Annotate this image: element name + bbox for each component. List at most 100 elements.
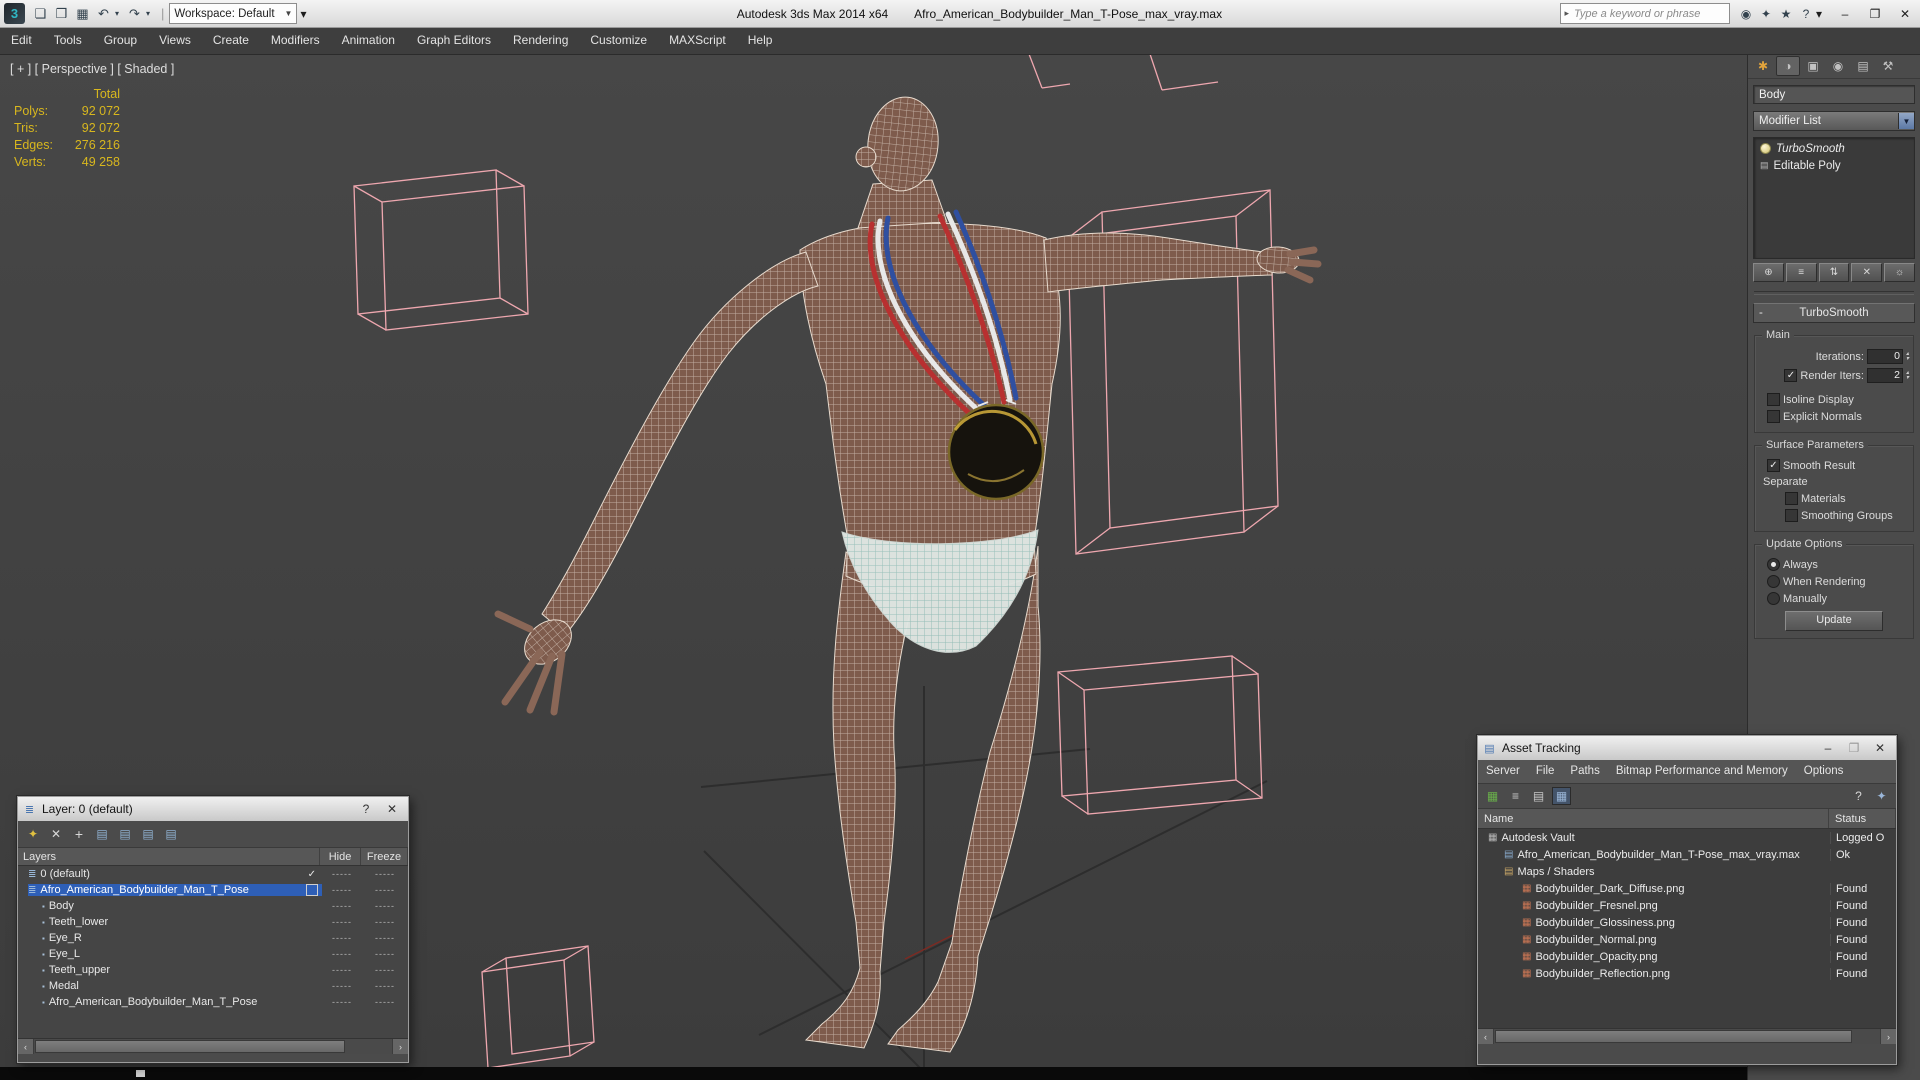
render-iters-checkbox[interactable] xyxy=(1784,369,1798,382)
delete-layer-icon[interactable]: ✕ xyxy=(47,826,65,843)
layer-row[interactable]: ≣ 0 (default) ✓ ----- ----- xyxy=(18,866,408,882)
asset-row[interactable]: ▤ Maps / Shaders xyxy=(1478,863,1896,880)
scrollbar-thumb[interactable] xyxy=(35,1040,345,1053)
pin-stack-button[interactable]: ⊕ xyxy=(1753,263,1784,282)
smoothing-groups-checkbox[interactable] xyxy=(1785,509,1798,522)
scroll-left-icon[interactable]: ‹ xyxy=(18,1039,34,1054)
iterations-field[interactable]: 0 xyxy=(1866,349,1903,364)
remove-modifier-button[interactable]: ✕ xyxy=(1851,263,1883,282)
minimize-button[interactable]: – xyxy=(1830,0,1860,27)
scrollbar-thumb[interactable] xyxy=(1495,1030,1853,1043)
asset-row[interactable]: ▦ Bodybuilder_Glossiness.png Found xyxy=(1478,914,1896,931)
search-go-icon[interactable]: ▸ xyxy=(1564,8,1569,19)
redo-icon[interactable]: ↷ xyxy=(125,4,144,23)
iterations-spinner[interactable]: ▴ ▾ xyxy=(1906,351,1909,362)
search-icon[interactable]: ◉ xyxy=(1736,4,1756,24)
stack-item-editable-poly[interactable]: ▤ Editable Poly xyxy=(1754,157,1914,174)
maximize-button[interactable]: ❐ xyxy=(1842,738,1866,758)
menu-server[interactable]: Server xyxy=(1478,760,1528,783)
render-iters-field[interactable]: 2 xyxy=(1866,368,1903,383)
minimize-button[interactable]: – xyxy=(1816,738,1840,758)
refresh-icon[interactable]: ▦ xyxy=(1483,787,1502,805)
workspace-dropdown[interactable]: Workspace: Default ▼ xyxy=(169,3,298,24)
layer-dialog-titlebar[interactable]: ≣ Layer: 0 (default) ? ✕ xyxy=(18,797,408,821)
save-file-icon[interactable]: ▦ xyxy=(73,4,92,23)
favorites-star-icon[interactable]: ★ xyxy=(1776,4,1796,24)
menu-customize[interactable]: Customize xyxy=(579,27,658,54)
layer-row-selected[interactable]: ≣ Afro_American_Bodybuilder_Man_T_Pose --… xyxy=(18,882,408,898)
tab-utilities-icon[interactable]: ⚒ xyxy=(1876,56,1900,76)
asset-row[interactable]: ▦ Autodesk Vault Logged O xyxy=(1478,829,1896,846)
freeze-unfreeze-icon[interactable]: ▤ xyxy=(162,826,180,843)
materials-checkbox[interactable] xyxy=(1785,492,1798,505)
help-icon[interactable]: ? xyxy=(1796,4,1816,24)
turbosmooth-rollout-header[interactable]: - TurboSmooth xyxy=(1753,303,1915,323)
menu-help[interactable]: Help xyxy=(737,27,784,54)
hide-unhide-icon[interactable]: ▤ xyxy=(139,826,157,843)
asset-row[interactable]: ▦ Bodybuilder_Dark_Diffuse.png Found xyxy=(1478,880,1896,897)
new-scene-icon[interactable]: ❏ xyxy=(31,4,50,23)
show-end-result-button[interactable]: ≡ xyxy=(1785,263,1817,282)
object-name-field[interactable]: Body xyxy=(1753,85,1915,104)
workspace-extra-dropdown-icon[interactable]: ▾ xyxy=(300,7,306,21)
undo-dropdown-icon[interactable]: ▾ xyxy=(115,9,123,18)
tab-motion-icon[interactable]: ◉ xyxy=(1826,56,1850,76)
tab-modify-icon[interactable]: ◑ xyxy=(1776,56,1800,76)
asset-row[interactable]: ▦ Bodybuilder_Normal.png Found xyxy=(1478,931,1896,948)
menu-rendering[interactable]: Rendering xyxy=(502,27,579,54)
freeze-column-header[interactable]: Freeze xyxy=(361,848,408,865)
detail-view-icon[interactable]: ▤ xyxy=(1529,787,1548,805)
create-layer-icon[interactable]: ✦ xyxy=(24,826,42,843)
manually-radio[interactable] xyxy=(1767,592,1780,605)
community-icon[interactable]: ✦ xyxy=(1756,4,1776,24)
network-icon[interactable]: ✦ xyxy=(1872,787,1891,805)
close-button[interactable]: ✕ xyxy=(1868,738,1892,758)
smooth-result-checkbox[interactable] xyxy=(1767,459,1780,472)
asset-row[interactable]: ▦ Bodybuilder_Fresnel.png Found xyxy=(1478,897,1896,914)
when-rendering-radio[interactable] xyxy=(1767,575,1780,588)
close-button[interactable]: ✕ xyxy=(1890,0,1920,27)
status-column-header[interactable]: Status xyxy=(1829,809,1896,828)
search-input[interactable] xyxy=(1571,5,1726,22)
asset-tracking-titlebar[interactable]: ▤ Asset Tracking – ❐ ✕ xyxy=(1478,736,1896,760)
menu-views[interactable]: Views xyxy=(148,27,202,54)
dialog-close-button[interactable]: ✕ xyxy=(380,799,404,819)
menu-group[interactable]: Group xyxy=(93,27,148,54)
explicit-normals-checkbox[interactable] xyxy=(1767,410,1780,423)
open-file-icon[interactable]: ❒ xyxy=(52,4,71,23)
maximize-button[interactable]: ❐ xyxy=(1860,0,1890,27)
add-to-layer-icon[interactable]: + xyxy=(70,826,88,843)
layer-row[interactable]: ▪ Medal ----- ----- xyxy=(18,978,408,994)
dialog-help-button[interactable]: ? xyxy=(354,799,378,819)
menu-edit[interactable]: Edit xyxy=(0,27,43,54)
layer-row[interactable]: ▪ Body ----- ----- xyxy=(18,898,408,914)
menu-tools[interactable]: Tools xyxy=(43,27,93,54)
help-icon[interactable]: ? xyxy=(1849,787,1868,805)
name-column-header[interactable]: Name xyxy=(1478,809,1829,828)
modifier-list-dropdown[interactable]: Modifier List ▼ xyxy=(1753,111,1915,131)
layer-row[interactable]: ▪ Teeth_upper ----- ----- xyxy=(18,962,408,978)
menu-options[interactable]: Options xyxy=(1796,760,1852,783)
layer-row[interactable]: ▪ Eye_R ----- ----- xyxy=(18,930,408,946)
layer-row[interactable]: ▪ Eye_L ----- ----- xyxy=(18,946,408,962)
viewport-label[interactable]: [ + ] [ Perspective ] [ Shaded ] xyxy=(10,62,174,76)
asset-row[interactable]: ▦ Bodybuilder_Opacity.png Found xyxy=(1478,948,1896,965)
modifier-stack[interactable]: TurboSmooth ▤ Editable Poly xyxy=(1753,137,1915,259)
configure-modifier-sets-button[interactable]: ☼ xyxy=(1884,263,1915,282)
menu-bitmap-performance[interactable]: Bitmap Performance and Memory xyxy=(1608,760,1796,783)
scroll-left-icon[interactable]: ‹ xyxy=(1478,1029,1494,1044)
help-dropdown-icon[interactable]: ▾ xyxy=(1816,7,1822,21)
scroll-right-icon[interactable]: › xyxy=(392,1039,408,1054)
layer-row[interactable]: ▪ Teeth_lower ----- ----- xyxy=(18,914,408,930)
asset-horizontal-scrollbar[interactable]: ‹ › xyxy=(1478,1028,1896,1044)
3dsmax-app-icon[interactable]: 3 xyxy=(4,3,25,24)
tab-hierarchy-icon[interactable]: ▣ xyxy=(1801,56,1825,76)
update-button[interactable]: Update xyxy=(1785,611,1883,631)
tab-create-icon[interactable]: ✱ xyxy=(1751,56,1775,76)
chevron-down-icon[interactable]: ▼ xyxy=(1898,113,1914,129)
redo-dropdown-icon[interactable]: ▾ xyxy=(146,9,154,18)
table-view-icon[interactable]: ▦ xyxy=(1552,787,1571,805)
hide-column-header[interactable]: Hide xyxy=(320,848,361,865)
select-highlighted-icon[interactable]: ▤ xyxy=(93,826,111,843)
menu-maxscript[interactable]: MAXScript xyxy=(658,27,737,54)
